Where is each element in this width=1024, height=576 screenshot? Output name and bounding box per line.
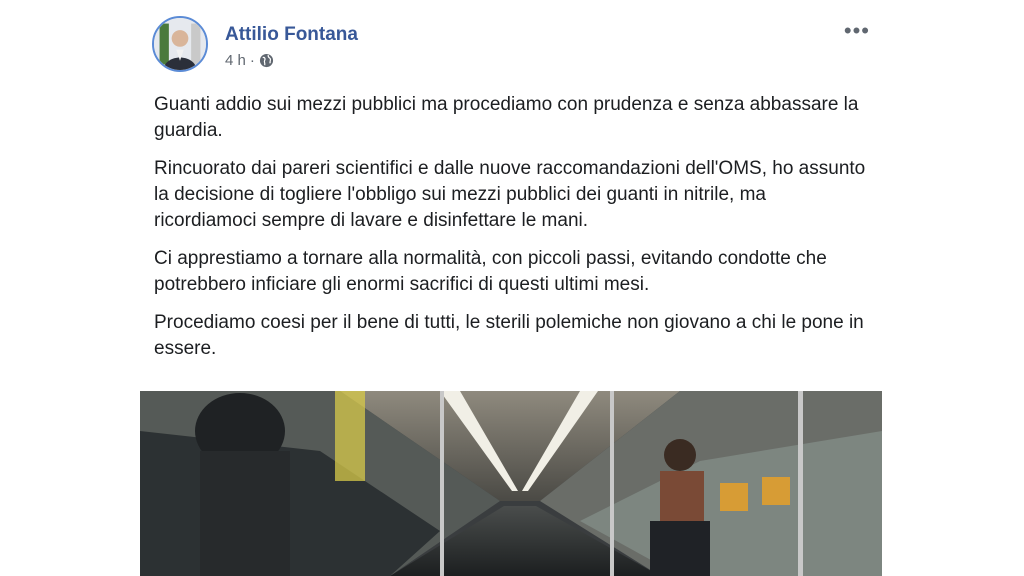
- post-paragraph: Rincuorato dai pareri scientifici e dall…: [154, 158, 866, 231]
- post-body: Guanti addio sui mezzi pubblici ma proce…: [154, 92, 872, 374]
- author-name[interactable]: Attilio Fontana: [225, 24, 358, 46]
- post-time[interactable]: 4 h: [225, 52, 246, 69]
- post-photo[interactable]: [140, 391, 882, 576]
- post-meta: 4 h ·: [225, 52, 274, 69]
- globe-icon: [259, 53, 274, 68]
- meta-separator: ·: [249, 52, 255, 69]
- author-avatar[interactable]: [152, 16, 208, 72]
- post-paragraph: Procediamo coesi per il bene di tutti, l…: [154, 312, 864, 359]
- post-paragraph: Ci apprestiamo a tornare alla normalità,…: [154, 248, 827, 295]
- facebook-post: Attilio Fontana 4 h · ••• Guanti addio s…: [140, 0, 884, 576]
- post-paragraph: Guanti addio sui mezzi pubblici ma proce…: [154, 94, 859, 141]
- post-header: Attilio Fontana 4 h · •••: [152, 16, 882, 76]
- more-options-icon[interactable]: •••: [844, 20, 870, 42]
